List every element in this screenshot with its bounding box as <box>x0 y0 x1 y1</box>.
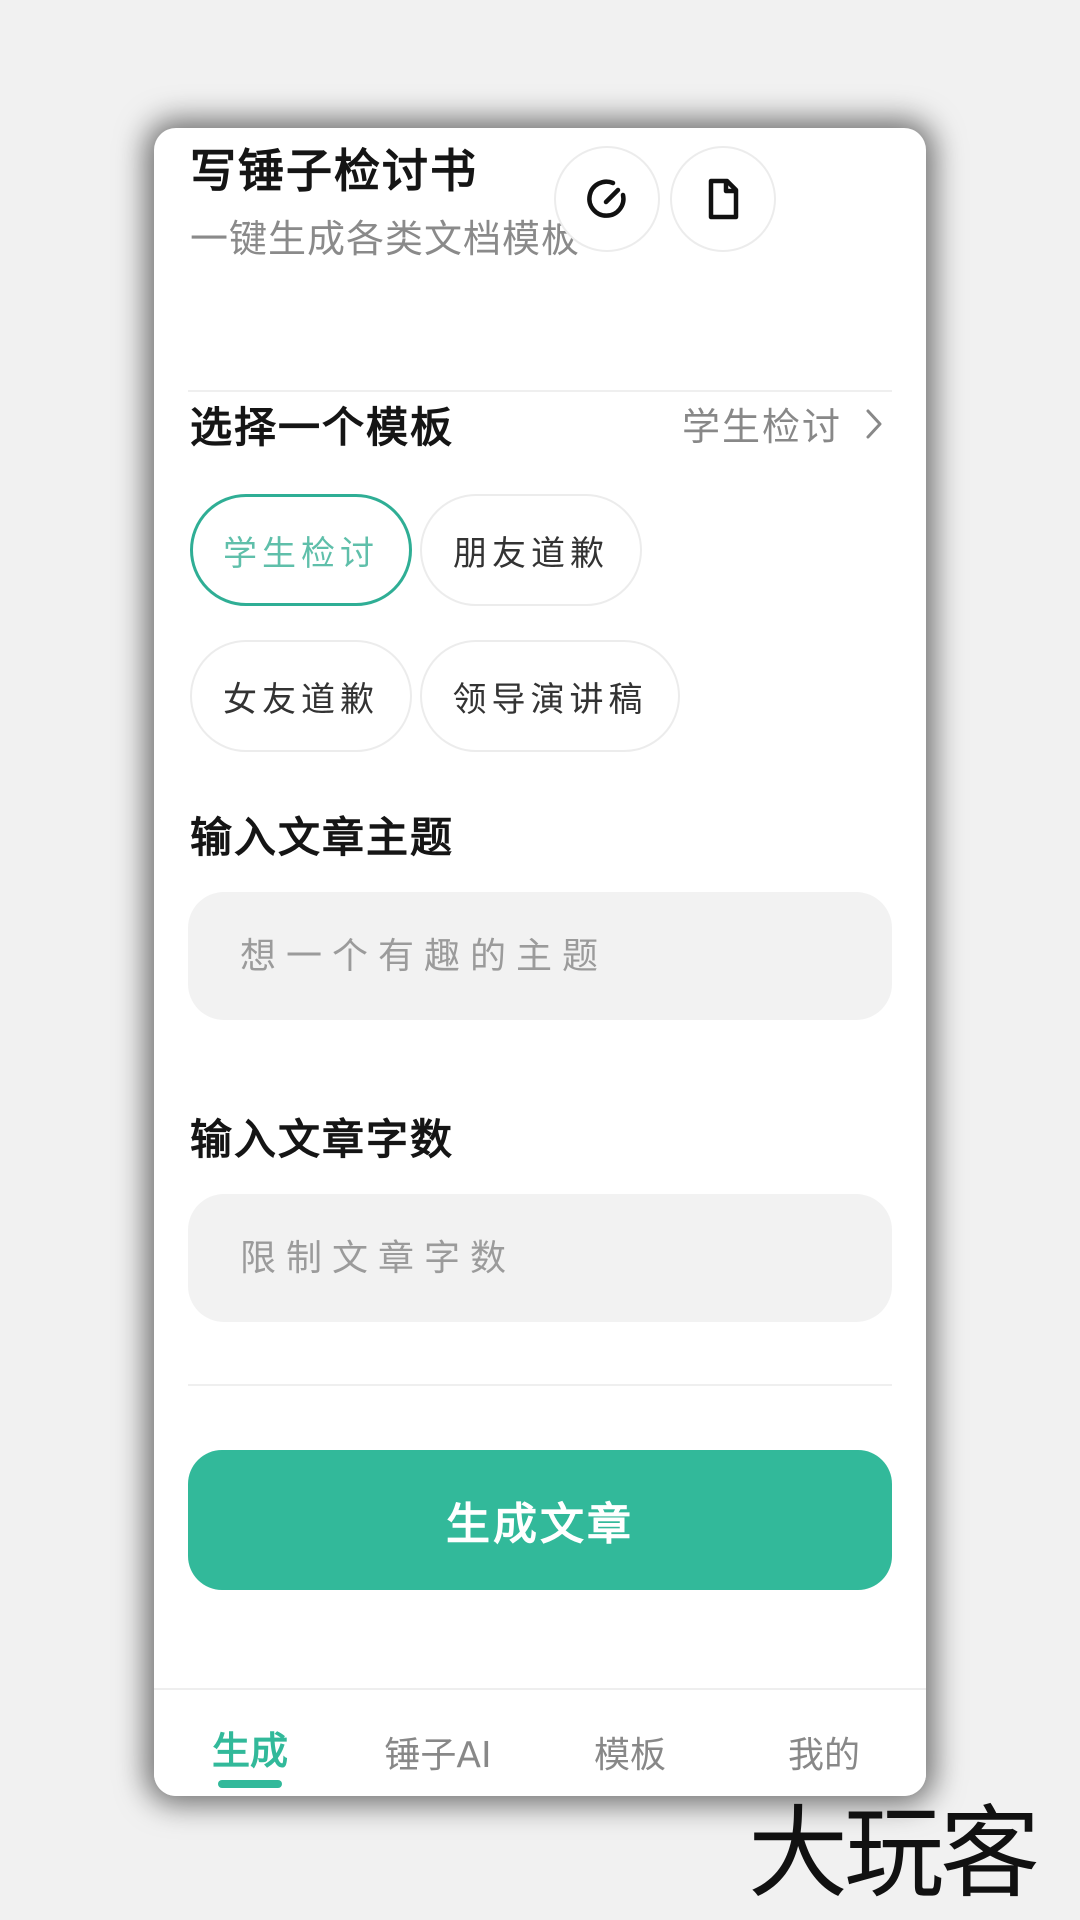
topic-section-title: 输入文章主题 <box>190 813 455 862</box>
app-subtitle: 一键生成各类文档模板 <box>190 217 581 261</box>
document-icon <box>708 178 739 220</box>
app-title: 写锤子检讨书 <box>190 144 478 198</box>
template-chip-student[interactable]: 学生检讨 <box>190 494 412 606</box>
tab-generate[interactable]: 生成 <box>180 1720 320 1775</box>
document-button[interactable] <box>670 146 776 252</box>
wordcount-input[interactable] <box>188 1194 892 1322</box>
wordcount-section-title: 输入文章字数 <box>190 1115 455 1164</box>
selected-template-label: 学生检讨 <box>681 405 842 449</box>
tab-mine[interactable]: 我的 <box>754 1726 894 1778</box>
template-chip-friend[interactable]: 朋友道歉 <box>420 494 642 606</box>
generate-article-button[interactable]: 生成文章 <box>188 1450 892 1590</box>
tab-templates[interactable]: 模板 <box>560 1726 700 1778</box>
tab-active-indicator <box>218 1780 282 1788</box>
template-chip-leader-speech[interactable]: 领导演讲稿 <box>420 640 680 752</box>
form-divider <box>188 1384 892 1386</box>
bottom-tab-bar: 生成 锤子AI 模板 我的 <box>154 1688 926 1796</box>
history-button[interactable] <box>554 146 660 252</box>
history-check-icon <box>587 179 626 218</box>
header-divider <box>188 390 892 392</box>
template-chip-girlfriend[interactable]: 女友道歉 <box>190 640 412 752</box>
template-section-title: 选择一个模板 <box>190 403 455 452</box>
tab-hammer-ai[interactable]: 锤子AI <box>368 1726 508 1778</box>
app-screen: 写锤子检讨书 一键生成各类文档模板 选择一个模板 学生检讨 学生检讨 朋友道歉 … <box>154 128 926 1796</box>
template-selector[interactable]: 学生检讨 <box>682 396 888 451</box>
chevron-right-icon <box>866 409 882 438</box>
watermark-logo: 大玩客 <box>748 1795 1040 1912</box>
topic-input[interactable] <box>188 892 892 1020</box>
